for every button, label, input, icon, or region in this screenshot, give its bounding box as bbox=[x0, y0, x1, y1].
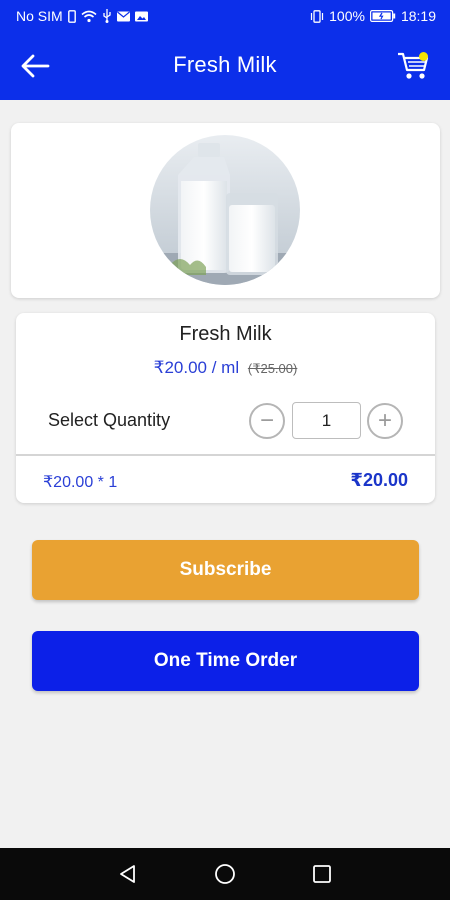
original-price: (₹25.00) bbox=[247, 361, 298, 376]
battery-icon bbox=[369, 10, 396, 22]
image-notification-icon bbox=[134, 11, 148, 22]
product-detail-card: Fresh Milk ₹20.00 / ml (₹25.00) Select Q… bbox=[16, 313, 435, 503]
nav-back-button[interactable] bbox=[108, 854, 148, 894]
product-price: ₹20.00 / ml bbox=[153, 358, 240, 377]
plus-icon: + bbox=[377, 407, 392, 434]
divider bbox=[16, 454, 435, 456]
decrease-quantity-button[interactable]: − bbox=[249, 403, 285, 439]
select-quantity-label: Select Quantity bbox=[48, 410, 171, 430]
subscribe-button[interactable]: Subscribe bbox=[32, 540, 419, 600]
status-right: 100% 18:19 bbox=[310, 8, 436, 24]
carrier-text: No SIM bbox=[16, 8, 63, 24]
wifi-icon bbox=[81, 10, 97, 23]
square-recents-icon bbox=[312, 865, 331, 883]
page-title: Fresh Milk bbox=[173, 52, 277, 77]
cart-button[interactable] bbox=[396, 48, 432, 82]
minus-icon: − bbox=[259, 407, 274, 434]
status-left: No SIM bbox=[16, 8, 148, 24]
circle-home-icon bbox=[215, 864, 235, 884]
navigation-bar bbox=[0, 848, 450, 900]
battery-percentage: 100% bbox=[329, 8, 365, 24]
one-time-order-button[interactable]: One Time Order bbox=[32, 631, 419, 691]
cart-badge bbox=[419, 52, 428, 61]
product-name: Fresh Milk bbox=[179, 323, 272, 345]
increase-quantity-button[interactable]: + bbox=[367, 403, 403, 439]
price-line: ₹20.00 / ml (₹25.00) bbox=[16, 358, 435, 378]
total-price: ₹20.00 bbox=[350, 470, 408, 490]
sim-icon bbox=[67, 9, 76, 23]
app-bar: Fresh Milk bbox=[0, 32, 450, 100]
vibrate-icon bbox=[310, 9, 324, 23]
nav-recents-button[interactable] bbox=[302, 854, 342, 894]
triangle-back-icon bbox=[120, 865, 136, 883]
clock: 18:19 bbox=[400, 8, 436, 24]
status-bar: No SIM 100% 18:19 bbox=[0, 0, 450, 32]
quantity-input[interactable] bbox=[292, 402, 361, 439]
product-image bbox=[150, 135, 300, 285]
price-calculation: ₹20.00 * 1 bbox=[43, 474, 118, 491]
usb-icon bbox=[102, 9, 112, 23]
mail-icon bbox=[116, 11, 130, 22]
product-image-card bbox=[11, 123, 440, 298]
nav-home-button[interactable] bbox=[205, 854, 245, 894]
